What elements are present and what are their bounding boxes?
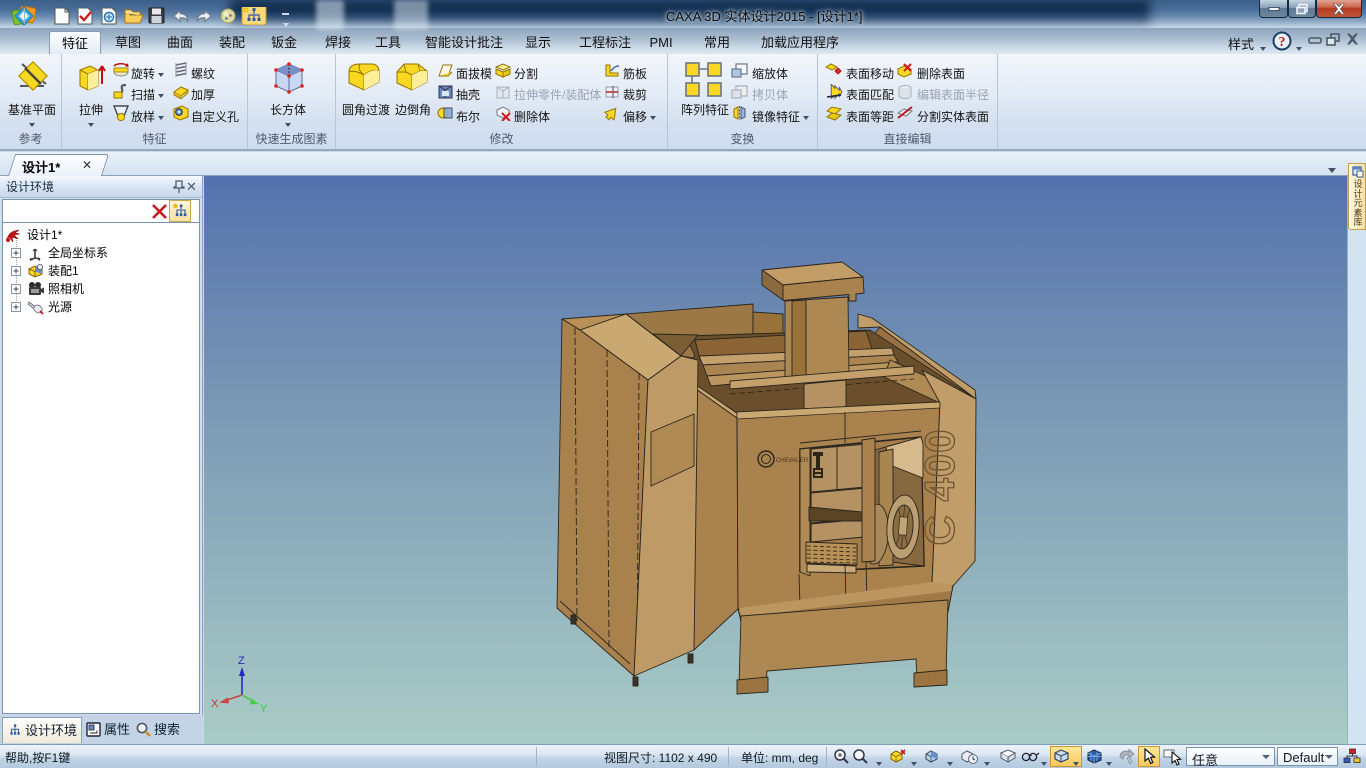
svg-text:Z: Z [238,655,245,667]
svg-text:Y: Y [260,703,268,715]
svg-text:X: X [211,698,219,710]
svg-text:?: ? [1279,35,1286,50]
svg-text:CHEVALIER: CHEVALIER [776,457,809,464]
svg-text:C 400: C 400 [916,428,963,545]
